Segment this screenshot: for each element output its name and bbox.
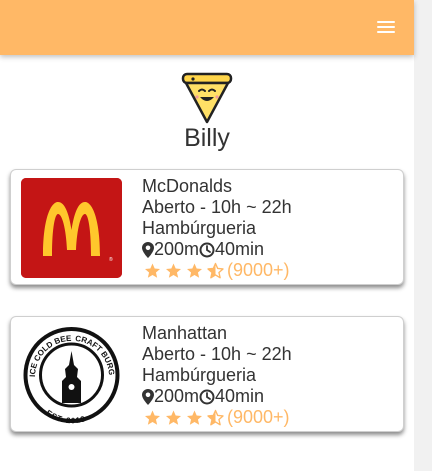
star-full-icon (145, 410, 160, 425)
star-half-icon (207, 262, 224, 278)
distance: 200m (154, 239, 200, 259)
brand-name: Billy (184, 124, 230, 152)
distance-time-row: 200m 40min (142, 386, 292, 407)
restaurant-name: McDonalds (142, 176, 233, 196)
review-count: (9000+) (227, 407, 290, 427)
restaurant-category: Hambúrgueria (142, 365, 257, 385)
star-full-icon (166, 410, 181, 425)
delivery-time: 40min (215, 386, 265, 406)
distance: 200m (154, 386, 200, 406)
star-full-icon (166, 263, 181, 278)
clock-icon (199, 389, 215, 404)
delivery-time: 40min (215, 239, 265, 259)
restaurant-card[interactable]: ICE COLD BEER CRAFT BURGERS EST. 2018 Ma… (10, 316, 404, 432)
map-marker-icon (142, 388, 154, 405)
pizza-slice-logo-icon (180, 72, 234, 124)
star-full-icon (187, 263, 202, 278)
mcdonalds-logo: ® (21, 178, 122, 278)
star-half-icon (207, 409, 224, 425)
map-marker-icon (142, 241, 154, 258)
rating-row: (9000+) (142, 407, 292, 428)
restaurant-info: McDonalds Aberto - 10h ~ 22h Hambúrgueri… (142, 176, 292, 281)
restaurant-card[interactable]: ® McDonalds Aberto - 10h ~ 22h Hambúrgue… (10, 169, 404, 285)
manhattan-logo: ICE COLD BEER CRAFT BURGERS EST. 2018 (21, 325, 122, 425)
hamburger-menu-icon[interactable] (375, 17, 399, 37)
clock-icon (199, 242, 215, 257)
restaurant-info: Manhattan Aberto - 10h ~ 22h Hambúrgueri… (142, 323, 292, 428)
restaurant-name: Manhattan (142, 323, 228, 343)
opening-hours: Aberto - 10h ~ 22h (142, 197, 292, 217)
top-navbar (0, 0, 414, 55)
distance-time-row: 200m 40min (142, 239, 292, 260)
rating-row: (9000+) (142, 260, 292, 281)
scrollbar[interactable] (414, 0, 432, 471)
star-full-icon (145, 263, 160, 278)
star-full-icon (187, 410, 202, 425)
opening-hours: Aberto - 10h ~ 22h (142, 344, 292, 364)
svg-text:®: ® (109, 256, 113, 263)
restaurant-category: Hambúrgueria (142, 218, 257, 238)
review-count: (9000+) (227, 260, 290, 280)
